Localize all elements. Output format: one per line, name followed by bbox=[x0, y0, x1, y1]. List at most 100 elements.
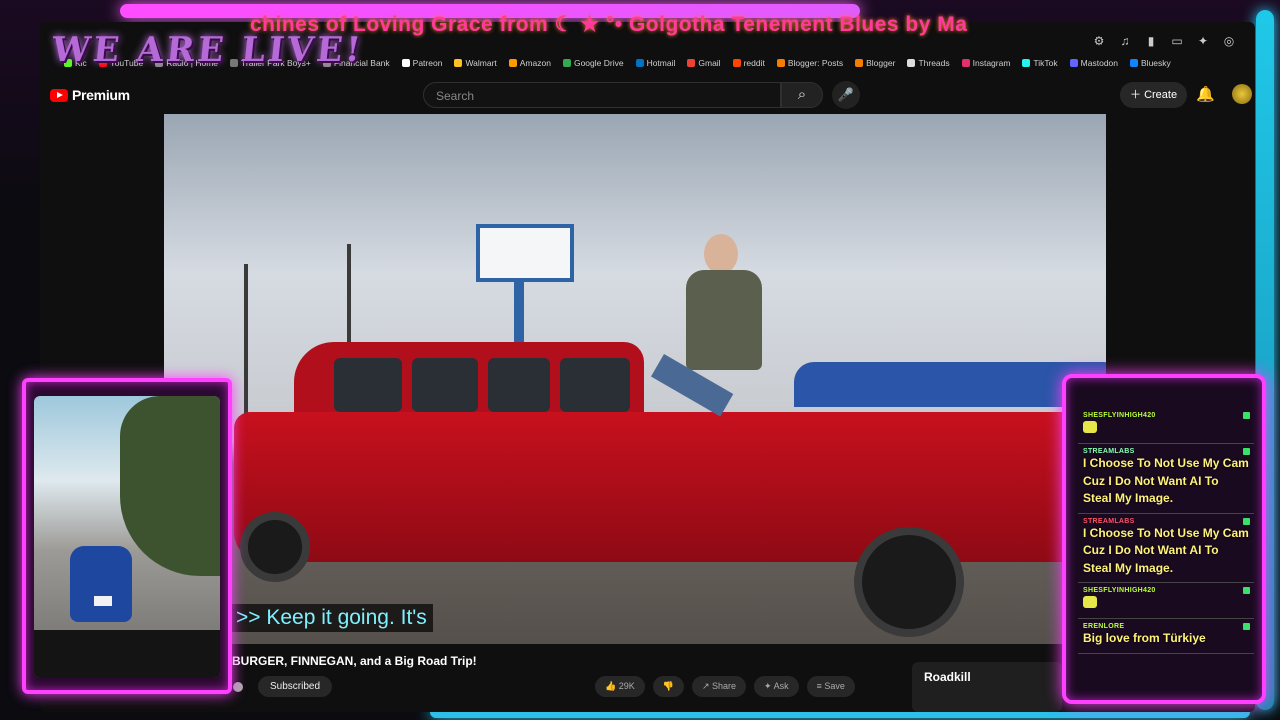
chat-frame: SHESFLYINHIGH420 STREAMLABS I Choose To No… bbox=[1062, 374, 1266, 704]
bookmark-item[interactable]: Blogger bbox=[855, 58, 895, 68]
chat-platform-icon bbox=[1243, 412, 1250, 419]
blue-tarp bbox=[794, 362, 1106, 407]
blue-car bbox=[70, 546, 132, 622]
like-button[interactable]: 👍 29K bbox=[595, 676, 645, 697]
search-input[interactable]: Search bbox=[423, 82, 781, 108]
wallet-icon[interactable]: ▭ bbox=[1169, 34, 1185, 48]
bookmark-label: Hotmail bbox=[646, 58, 676, 68]
license-plate bbox=[94, 596, 112, 606]
bookmark-label: reddit bbox=[743, 58, 765, 68]
truck-window bbox=[412, 358, 478, 412]
stream-frame: ⚙ ♫ ▮ ▭ ✦ ◎ Kic YouTube Radio | Home Traile… bbox=[0, 0, 1280, 720]
bookmark-label: Threads bbox=[918, 58, 950, 68]
like-icon: 👍 bbox=[605, 681, 619, 691]
chat-message: ERENLORE Big love from Türkiye bbox=[1078, 619, 1254, 654]
video-player[interactable] bbox=[164, 114, 1106, 644]
ask-icon: ✦ bbox=[764, 681, 774, 691]
bookmark-label: Gmail bbox=[698, 58, 721, 68]
chat-username[interactable]: SHESFLYINHIGH420 bbox=[1083, 587, 1250, 594]
bookmark-favicon-icon bbox=[732, 59, 741, 67]
action-label: 29K bbox=[618, 681, 635, 691]
chat-username[interactable]: STREAMLABS bbox=[1083, 518, 1250, 525]
bookmark-item[interactable]: Mastodon bbox=[1069, 58, 1119, 68]
bookmark-item[interactable]: Google Drive bbox=[562, 58, 624, 68]
search-icon: ⌕ bbox=[797, 86, 807, 103]
create-button[interactable]: ＋ Create bbox=[1120, 82, 1188, 108]
dashboard bbox=[34, 630, 220, 678]
youtube-header: Premium Search ⌕ 🎤 ＋ Create 🔔 bbox=[40, 76, 1255, 114]
person-jacket bbox=[686, 270, 762, 370]
person-head bbox=[704, 234, 738, 274]
chat-message: SHESFLYINHIGH420 bbox=[1078, 408, 1254, 444]
chat-platform-icon bbox=[1243, 448, 1250, 455]
closed-caption: >> Keep it going. It's bbox=[230, 604, 433, 632]
person-on-truck bbox=[651, 234, 784, 434]
bookmark-label: Blogger: Posts bbox=[787, 58, 844, 68]
youtube-play-icon bbox=[50, 88, 68, 102]
bookmark-favicon-icon bbox=[562, 59, 571, 67]
bookmark-label: TikTok bbox=[1033, 58, 1058, 68]
bookmark-item[interactable]: Amazon bbox=[508, 58, 551, 68]
bookmark-item[interactable]: Threads bbox=[907, 58, 950, 68]
youtube-logo[interactable]: Premium bbox=[50, 87, 130, 103]
extensions-icon[interactable]: ⚙ bbox=[1091, 34, 1107, 48]
sidebar-icon[interactable]: ▮ bbox=[1143, 34, 1159, 48]
bookmark-favicon-icon bbox=[776, 59, 785, 67]
search-button[interactable]: ⌕ bbox=[781, 82, 823, 108]
bookmark-item[interactable]: Gmail bbox=[687, 58, 721, 68]
subscribed-button[interactable]: Subscribed bbox=[258, 676, 333, 697]
create-label: Create bbox=[1144, 89, 1178, 101]
music-icon[interactable]: ♫ bbox=[1117, 34, 1133, 48]
bookmark-label: Instagram bbox=[972, 58, 1011, 68]
bookmark-label: Google Drive bbox=[573, 58, 624, 68]
verified-icon bbox=[233, 682, 243, 692]
bookmark-label: Patreon bbox=[412, 58, 443, 68]
bookmark-item[interactable]: reddit bbox=[732, 58, 765, 68]
vpn-icon[interactable]: ◎ bbox=[1221, 34, 1237, 48]
chat-username[interactable]: ERENLORE bbox=[1083, 623, 1250, 630]
ask-button[interactable]: ✦ Ask bbox=[754, 676, 799, 697]
bookmark-item[interactable]: TikTok bbox=[1022, 58, 1058, 68]
bookmark-item[interactable]: Bluesky bbox=[1130, 58, 1171, 68]
bookmark-favicon-icon bbox=[401, 59, 410, 67]
bookmark-label: Blogger bbox=[866, 58, 896, 68]
chat-text: Big love from Türkiye bbox=[1083, 631, 1206, 645]
truck-body bbox=[234, 412, 1094, 562]
bookmark-item[interactable]: Patreon bbox=[401, 58, 443, 68]
bookmark-label: Mastodon bbox=[1080, 58, 1119, 68]
bookmark-item[interactable]: Instagram bbox=[961, 58, 1011, 68]
up-next-card[interactable]: Roadkill bbox=[912, 662, 1062, 712]
chat-username[interactable]: SHESFLYINHIGH420 bbox=[1083, 412, 1250, 419]
truck-window bbox=[488, 358, 550, 412]
bookmark-item[interactable]: Walmart bbox=[454, 58, 497, 68]
notifications-bell-icon[interactable]: 🔔 bbox=[1196, 85, 1215, 103]
chat-username[interactable]: STREAMLABS bbox=[1083, 448, 1250, 455]
chat-platform-icon bbox=[1243, 517, 1250, 525]
chat-list: SHESFLYINHIGH420 STREAMLABS I Choose To No… bbox=[1078, 408, 1254, 692]
action-label: Share bbox=[712, 681, 737, 691]
bookmark-favicon-icon bbox=[1130, 59, 1139, 67]
bookmark-item[interactable]: Blogger: Posts bbox=[776, 58, 844, 68]
chat-message: STREAMLABS I Choose To Not Use My Cam Cuz… bbox=[1078, 444, 1254, 514]
bookmark-item[interactable]: Hotmail bbox=[635, 58, 676, 68]
bookmark-label: Bluesky bbox=[1141, 58, 1171, 68]
dislike-button[interactable]: 👎 bbox=[652, 676, 684, 697]
voice-search-button[interactable]: 🎤 bbox=[832, 81, 860, 109]
logo-label: Premium bbox=[72, 87, 130, 103]
save-button[interactable]: ≡ Save bbox=[806, 676, 855, 697]
share-button[interactable]: ↗ Share bbox=[691, 676, 747, 697]
video-title: BURGER, FINNEGAN, and a Big Road Trip! bbox=[232, 654, 477, 668]
dislike-icon: 👎 bbox=[662, 681, 674, 691]
hillside bbox=[120, 396, 220, 576]
action-label: Ask bbox=[773, 681, 789, 691]
avatar[interactable] bbox=[1232, 84, 1252, 104]
up-next-title: Roadkill bbox=[924, 670, 971, 684]
leo-icon[interactable]: ✦ bbox=[1195, 34, 1211, 48]
truck-wheel bbox=[854, 527, 964, 637]
bookmark-label: Amazon bbox=[519, 58, 551, 68]
chat-text: I Choose To Not Use My Cam Cuz I Do Not … bbox=[1083, 525, 1249, 575]
truck-window bbox=[334, 358, 402, 412]
bookmark-favicon-icon bbox=[508, 59, 517, 67]
action-label: Save bbox=[824, 681, 845, 691]
bookmark-favicon-icon bbox=[1022, 59, 1031, 67]
